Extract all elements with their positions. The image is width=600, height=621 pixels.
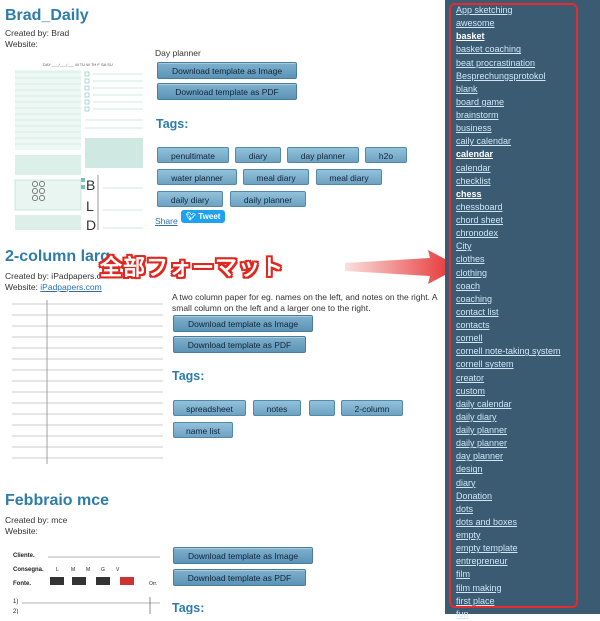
annotation-highlight-box	[449, 3, 578, 608]
sidebar-tag-item: fun	[456, 608, 561, 621]
annotation-text: 全部フォーマット	[100, 255, 285, 281]
